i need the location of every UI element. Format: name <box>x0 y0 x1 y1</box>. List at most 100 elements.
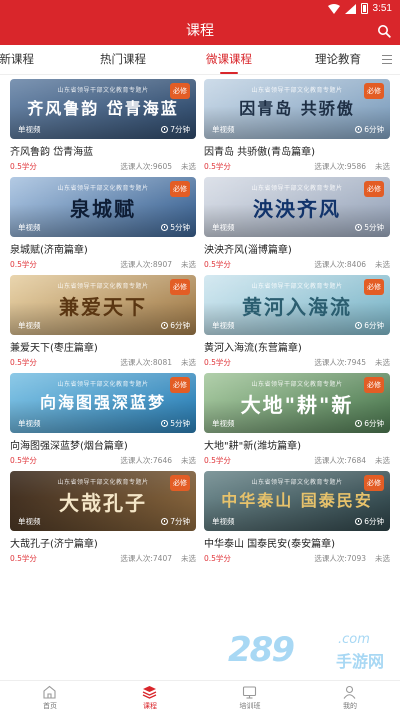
nav-courses[interactable]: 课程 <box>120 681 180 712</box>
course-card[interactable]: 山东省领导干部文化教育专题片 齐风鲁韵 岱青海蓝 必修 单视频 7分钟 齐风鲁韵 岱青海蓝… <box>10 79 196 175</box>
thumbnail-series-text: 山东省领导干部文化教育专题片 <box>251 381 343 388</box>
course-title[interactable]: 大哉孔子(济宁篇章) <box>10 535 196 550</box>
course-thumbnail[interactable]: 山东省领导干部文化教育专题片大地"耕"新 必修单视频 6分钟 <box>204 373 390 433</box>
thumbnail-series-text: 山东省领导干部文化教育专题片 <box>57 479 149 486</box>
menu-icon[interactable] <box>382 55 392 64</box>
course-enrolled-count: 选课人次:7093 <box>314 554 366 563</box>
clock-icon <box>355 126 363 133</box>
nav-home[interactable]: 首页 <box>20 681 80 712</box>
single-video-label: 单视频 <box>212 223 235 232</box>
single-video-label: 单视频 <box>18 125 41 134</box>
course-credit: 0.5学分 <box>204 260 231 269</box>
battery-icon <box>360 3 368 14</box>
course-thumbnail[interactable]: 山东省领导干部文化教育专题片 齐风鲁韵 岱青海蓝 必修 单视频 7分钟 <box>10 79 196 139</box>
course-title[interactable]: 向海图强深蓝梦(烟台篇章) <box>10 437 196 452</box>
required-badge: 必修 <box>364 181 384 197</box>
course-credit: 0.5学分 <box>204 456 231 465</box>
course-title[interactable]: 兼爱天下(枣庄篇章) <box>10 339 196 354</box>
course-selection-status: 未选 <box>181 358 196 367</box>
status-bar: 3:51 <box>0 0 400 17</box>
clock-icon <box>355 420 363 427</box>
course-selection-status: 未选 <box>181 162 196 171</box>
course-enrolled-count: 选课人次:7684 <box>314 456 366 465</box>
clock-icon <box>355 224 363 231</box>
course-title[interactable]: 中华泰山 国泰民安(泰安篇章) <box>204 535 390 550</box>
duration: 5分钟 <box>355 222 384 233</box>
course-thumbnail[interactable]: 山东省领导干部文化教育专题片 黄河入海流 必修 单视频 6分钟 <box>204 275 390 335</box>
course-thumbnail[interactable]: 山东省领导干部文化教育专题片 兼爱天下 必修 单视频 6分钟 <box>10 275 196 335</box>
duration: 7分钟 <box>161 124 190 135</box>
course-credit: 0.5学分 <box>10 162 37 171</box>
course-title[interactable]: 泱泱齐风(淄博篇章) <box>204 241 390 256</box>
required-badge: 必修 <box>364 377 384 393</box>
course-card[interactable]: 山东省领导干部文化教育专题片 向海图强深蓝梦 必修 单视频 5分钟向海图强深蓝梦(烟台篇… <box>10 373 196 469</box>
nav-profile[interactable]: 我的 <box>320 681 380 712</box>
course-card[interactable]: 山东省领导干部文化教育专题片 黄河入海流 必修 单视频 6分钟黄河入海流(东营篇章) 0.… <box>204 275 390 371</box>
course-meta: 0.5学分 选课人次:9605 未选 <box>10 161 196 173</box>
course-credit: 0.5学分 <box>204 162 231 171</box>
course-enrolled-count: 选课人次:8907 <box>120 260 172 269</box>
course-enrolled-count: 选课人次:7407 <box>120 554 172 563</box>
clock-icon <box>161 420 169 427</box>
course-title[interactable]: 泉城赋(济南篇章) <box>10 241 196 256</box>
thumbnail-calligraphy: 中华泰山 国泰民安 <box>221 491 373 510</box>
course-card[interactable]: 山东省领导干部文化教育专题片大地"耕"新 必修单视频 6分钟大地"耕"新(潍坊篇章)… <box>204 373 390 469</box>
course-selection-status: 未选 <box>375 554 390 563</box>
course-card[interactable]: 山东省领导干部文化教育专题片 中华泰山 国泰民安 必修 单视频 6分钟 中华泰山 国泰民安… <box>204 471 390 567</box>
search-icon[interactable] <box>377 24 391 38</box>
course-thumbnail[interactable]: 山东省领导干部文化教育专题片 向海图强深蓝梦 必修 单视频 5分钟 <box>10 373 196 433</box>
duration: 7分钟 <box>161 516 190 527</box>
course-title[interactable]: 齐风鲁韵 岱青海蓝 <box>10 143 196 158</box>
board-icon <box>242 686 257 699</box>
required-badge: 必修 <box>170 279 190 295</box>
course-card[interactable]: 山东省领导干部文化教育专题片 大哉孔子 必修 单视频 7分钟 大哉孔子(济宁篇章) 0.5学… <box>10 471 196 567</box>
course-card[interactable]: 山东省领导干部文化教育专题片 兼爱天下 必修 单视频 6分钟 兼爱天下(枣庄篇章) 0.5学… <box>10 275 196 371</box>
tab-micro-courses[interactable]: 微课课程 <box>206 45 252 75</box>
clock-icon <box>161 322 169 329</box>
course-thumbnail[interactable]: 山东省领导干部文化教育专题片 中华泰山 国泰民安 必修 单视频 6分钟 <box>204 471 390 531</box>
status-time: 3:51 <box>372 3 392 14</box>
thumbnail-calligraphy: 因青岛 共骄傲 <box>239 99 355 118</box>
watermark-domain: .com <box>338 632 370 647</box>
single-video-label: 单视频 <box>212 125 235 134</box>
course-enrolled-count: 选课人次:8406 <box>314 260 366 269</box>
duration: 6分钟 <box>355 320 384 331</box>
thumbnail-calligraphy: 大地"耕"新 <box>240 393 354 417</box>
home-icon <box>43 685 56 699</box>
duration: 6分钟 <box>355 418 384 429</box>
course-thumbnail[interactable]: 山东省领导干部文化教育专题片 泉城赋 必修 单视频 5分钟 <box>10 177 196 237</box>
course-enrolled-count: 选课人次:8081 <box>120 358 172 367</box>
required-badge: 必修 <box>170 377 190 393</box>
course-thumbnail[interactable]: 山东省领导干部文化教育专题片 因青岛 共骄傲 必修 单视频 6分钟 <box>204 79 390 139</box>
tab-latest-courses[interactable]: 最新课程 <box>0 45 34 75</box>
tab-popular-courses[interactable]: 热门课程 <box>100 45 146 75</box>
course-card[interactable]: 山东省领导干部文化教育专题片 泱泱齐风 必修 单视频 5分钟 泱泱齐风(淄博篇章) 0.5学… <box>204 177 390 273</box>
course-card[interactable]: 山东省领导干部文化教育专题片 泉城赋 必修 单视频 5分钟 泉城赋(济南篇章) 0.5学分 选… <box>10 177 196 273</box>
course-enrolled-count: 选课人次:9605 <box>120 162 172 171</box>
nav-training[interactable]: 培训班 <box>220 681 280 712</box>
single-video-label: 单视频 <box>18 223 41 232</box>
course-credit: 0.5学分 <box>204 358 231 367</box>
duration: 6分钟 <box>355 516 384 527</box>
course-enrolled-count: 选课人次:7945 <box>314 358 366 367</box>
tab-theory-education[interactable]: 理论教育 <box>315 45 361 75</box>
single-video-label: 单视频 <box>212 419 235 428</box>
course-thumbnail[interactable]: 山东省领导干部文化教育专题片 大哉孔子 必修 单视频 7分钟 <box>10 471 196 531</box>
course-meta: 0.5学分 选课人次:9586 未选 <box>204 161 390 173</box>
clock-icon <box>161 224 169 231</box>
course-title[interactable]: 大地"耕"新(潍坊篇章) <box>204 437 390 452</box>
course-thumbnail[interactable]: 山东省领导干部文化教育专题片 泱泱齐风 必修 单视频 5分钟 <box>204 177 390 237</box>
required-badge: 必修 <box>364 83 384 99</box>
course-selection-status: 未选 <box>181 456 196 465</box>
single-video-label: 单视频 <box>212 517 235 526</box>
course-tabs: 最新课程 热门课程 微课课程 理论教育 <box>0 45 400 75</box>
course-title[interactable]: 因青岛 共骄傲(青岛篇章) <box>204 143 390 158</box>
clock-icon <box>355 518 363 525</box>
course-title[interactable]: 黄河入海流(东营篇章) <box>204 339 390 354</box>
course-selection-status: 未选 <box>375 358 390 367</box>
required-badge: 必修 <box>364 279 384 295</box>
duration: 5分钟 <box>161 418 190 429</box>
bottom-navigation: 首页 课程 培训班 我的 <box>0 680 400 712</box>
course-enrolled-count: 选课人次:9586 <box>314 162 366 171</box>
course-card[interactable]: 山东省领导干部文化教育专题片 因青岛 共骄傲 必修 单视频 6分钟 因青岛 共骄傲(青岛篇… <box>204 79 390 175</box>
